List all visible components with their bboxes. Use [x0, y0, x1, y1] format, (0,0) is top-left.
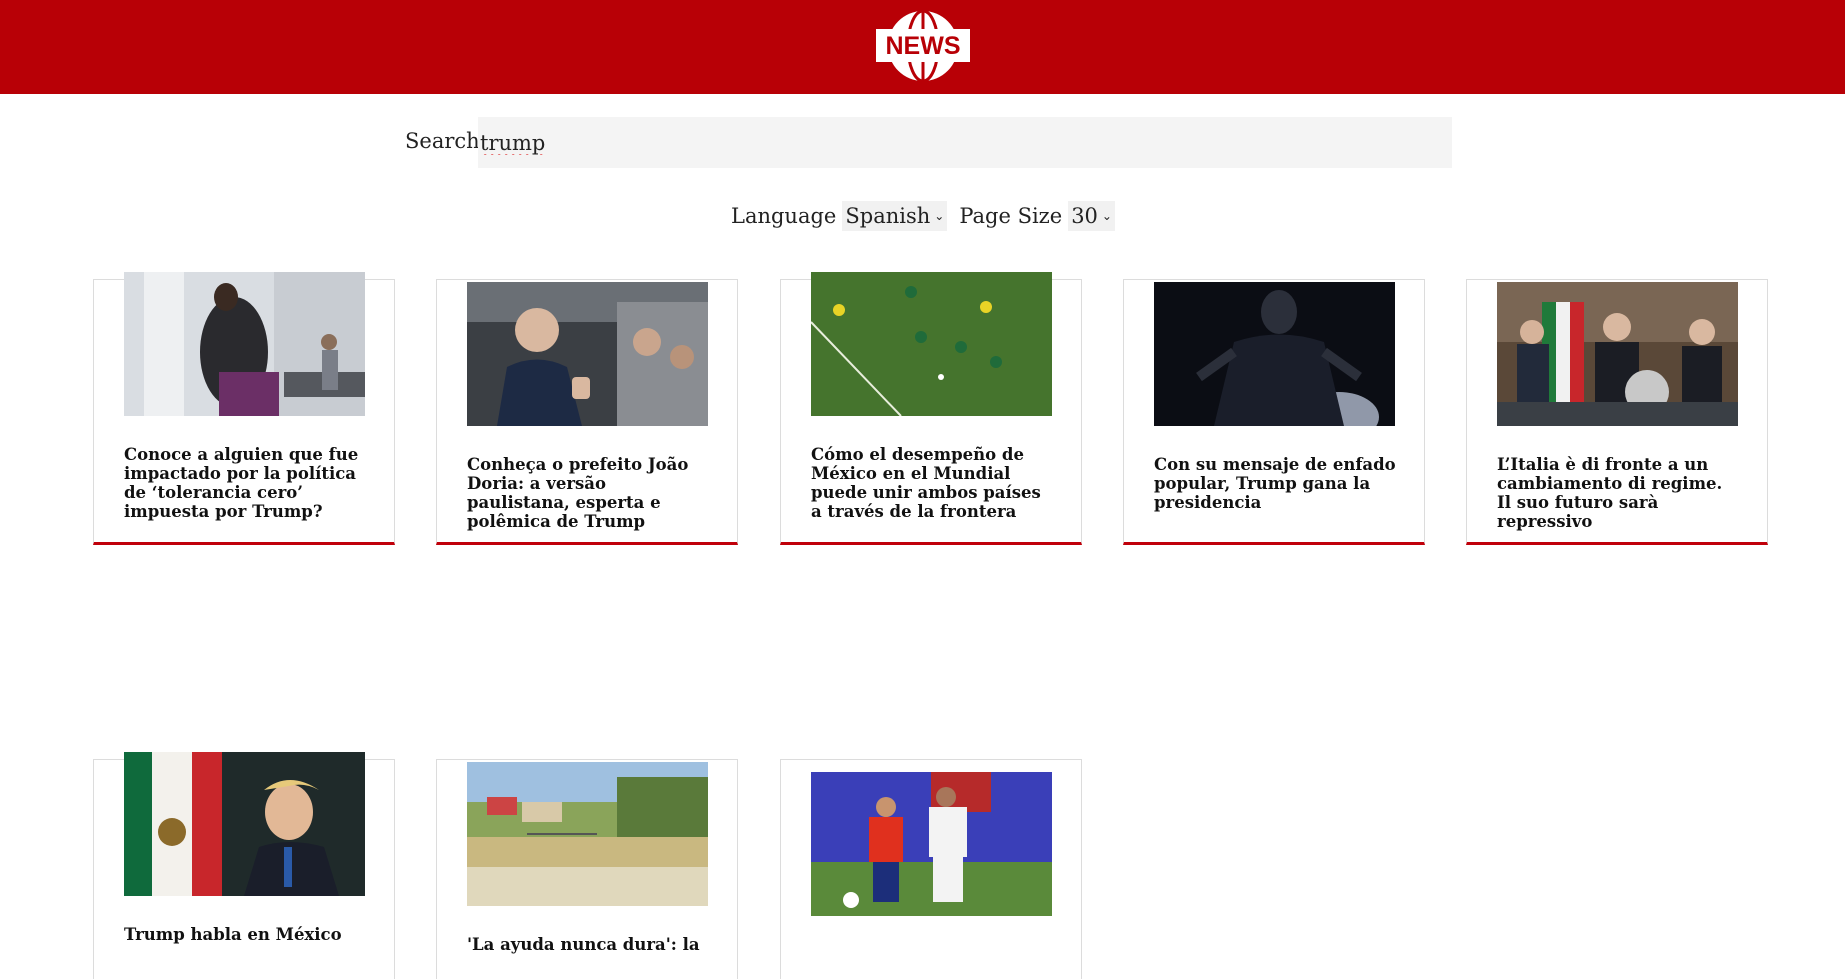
soccer-chile-player-dribbling-photo — [811, 772, 1052, 916]
woman-hugging-child-airport-photo — [124, 272, 365, 416]
trump-mexican-flag-photo — [124, 752, 365, 896]
article-card[interactable]: Conheça o prefeito João Doria: a versão … — [436, 279, 738, 545]
article-thumbnail — [811, 272, 1052, 416]
news-logo[interactable]: NEWS — [876, 8, 970, 84]
article-card[interactable]: Con su mensaje de enfado popular, Trump … — [1123, 279, 1425, 545]
chevron-down-icon: ⌄ — [1101, 209, 1112, 223]
article-title: Conheça o prefeito João Doria: a versão … — [467, 455, 689, 531]
border-town-buildings-photo — [467, 762, 708, 906]
article-thumbnail — [467, 762, 708, 906]
article-card[interactable]: Conoce a alguien que fue impactado por l… — [93, 272, 395, 545]
article-thumbnail — [1154, 282, 1395, 426]
search-input[interactable] — [478, 117, 1452, 168]
article-thumbnail — [467, 282, 708, 426]
article-title: Cómo el desempeño de México en el Mundia… — [811, 445, 1041, 521]
filter-controls: Language Spanish ⌄ Page Size 30 ⌄ — [731, 201, 1115, 231]
italian-politicians-press-conference-photo — [1497, 282, 1738, 426]
chevron-down-icon: ⌄ — [934, 209, 945, 223]
article-thumbnail — [124, 272, 365, 416]
language-select[interactable]: Spanish ⌄ — [842, 201, 948, 231]
article-title: L’Italia è di fronte a un cambiamento di… — [1497, 455, 1723, 531]
article-title: Conoce a alguien que fue impactado por l… — [124, 445, 359, 521]
article-title: 'La ayuda nunca dura': la — [467, 935, 700, 954]
language-label: Language — [731, 204, 837, 228]
page-size-selected-value: 30 — [1071, 204, 1098, 228]
page-size-label: Page Size — [959, 204, 1063, 228]
logo-text: NEWS — [886, 32, 961, 60]
article-thumbnail — [124, 752, 365, 896]
article-title: Trump habla en México — [124, 925, 342, 944]
article-card[interactable]: L’Italia è di fronte a un cambiamento di… — [1466, 279, 1768, 545]
trump-silhouette-stage-photo — [1154, 282, 1395, 426]
language-selected-value: Spanish — [845, 204, 931, 228]
page-size-select[interactable]: 30 ⌄ — [1068, 201, 1115, 231]
article-card[interactable]: Cómo el desempeño de México en el Mundia… — [780, 272, 1082, 545]
article-card[interactable] — [780, 759, 1082, 979]
search-label: Search — [405, 129, 480, 153]
globe-news-icon: NEWS — [876, 9, 970, 83]
article-title: Con su mensaje de enfado popular, Trump … — [1154, 455, 1396, 512]
top-header-bar: NEWS — [0, 0, 1845, 94]
article-thumbnail — [811, 772, 1052, 916]
article-card[interactable]: Trump habla en México — [93, 752, 395, 979]
article-thumbnail — [1497, 282, 1738, 426]
soccer-match-mexico-colombia-photo — [811, 272, 1052, 416]
article-card[interactable]: 'La ayuda nunca dura': la — [436, 759, 738, 979]
man-in-car-thumbs-up-photo — [467, 282, 708, 426]
